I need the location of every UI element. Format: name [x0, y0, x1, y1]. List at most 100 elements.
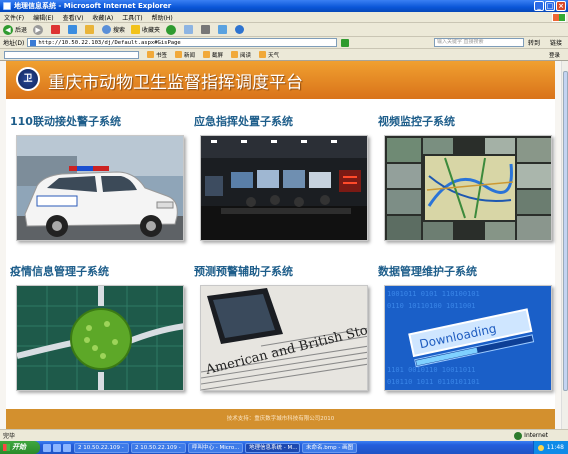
tile-title[interactable]: 预测预警辅助子系统: [194, 263, 370, 279]
maximize-button[interactable]: □: [545, 1, 555, 11]
link-weather[interactable]: 天气: [259, 51, 279, 59]
back-button[interactable]: ◀ 后退: [3, 24, 27, 35]
link-label: 书签: [156, 52, 168, 59]
forward-arrow-icon: ▶: [33, 24, 44, 35]
status-text: 完毕: [3, 433, 16, 440]
vertical-scrollbar[interactable]: [561, 61, 568, 429]
menu-file[interactable]: 文件(F): [4, 13, 24, 22]
history-button[interactable]: [166, 24, 178, 35]
go-arrow-icon: [341, 38, 350, 47]
sun-icon: [259, 51, 267, 58]
status-bar: 完毕 Internet: [0, 429, 568, 441]
menu-help[interactable]: 帮助(H): [152, 13, 173, 22]
edit-button[interactable]: [218, 25, 229, 34]
refresh-icon: [68, 25, 78, 34]
go-label[interactable]: 转到: [528, 38, 540, 47]
login-link[interactable]: 登录: [549, 51, 560, 59]
quick-launch: [43, 443, 71, 452]
home-button[interactable]: [85, 25, 96, 34]
favorites-label: 收藏夹: [142, 27, 161, 34]
tile-emergency-command[interactable]: 应急指挥处置子系统: [194, 113, 370, 241]
tile-title[interactable]: 应急指挥处置子系统: [194, 113, 370, 129]
command-center-image[interactable]: [200, 135, 368, 241]
link-label: 截屏: [212, 52, 224, 59]
favorites-button[interactable]: 收藏夹: [131, 25, 160, 34]
media-quicklaunch-icon[interactable]: [63, 443, 71, 452]
address-input[interactable]: http://10.50.22.103/dj/Default.aspx#GisP…: [27, 38, 338, 47]
standard-toolbar: ◀ 后退 ▶ 搜索 收藏夹: [0, 23, 568, 37]
home-icon: [85, 25, 95, 34]
newspaper-stocks-image[interactable]: American and British Stocks: [200, 285, 368, 391]
window-titlebar[interactable]: 地理信息系统 - Microsoft Internet Explorer _ □…: [0, 0, 568, 12]
window-title: 地理信息系统 - Microsoft Internet Explorer: [14, 2, 172, 10]
taskbar-item-active[interactable]: 地理信息系统 - M...: [245, 442, 300, 453]
address-search-input[interactable]: 输入关键字 直接搜索: [433, 38, 524, 47]
window-controls: _ □ ×: [534, 1, 566, 11]
tile-video-monitoring[interactable]: 视频监控子系统: [378, 113, 554, 241]
tile-epidemic-info[interactable]: 疫情信息管理子系统: [10, 263, 186, 391]
svg-text:010110 1011 0110101101: 010110 1011 0110101101: [387, 378, 480, 386]
news-icon: [175, 51, 183, 58]
search-label: 搜索: [113, 27, 126, 34]
svg-text:0110 10110100 1011001: 0110 10110100 1011001: [387, 302, 476, 310]
go-button[interactable]: [341, 38, 351, 47]
tile-title[interactable]: 110联动接处警子系统: [10, 113, 186, 129]
video-wall-image[interactable]: [384, 135, 552, 241]
menu-bar: 文件(F) 编辑(E) 查看(V) 收藏(A) 工具(T) 帮助(H): [0, 12, 568, 23]
minimize-button[interactable]: _: [534, 1, 544, 11]
ie-quicklaunch-icon[interactable]: [43, 443, 51, 452]
link-screenshot[interactable]: 截屏: [203, 51, 223, 59]
taskbar-item[interactable]: 呼叫中心 - Micro...: [188, 442, 243, 453]
menu-favorites[interactable]: 收藏(A): [92, 13, 113, 22]
start-button[interactable]: 开始: [0, 441, 40, 454]
link-label: 天气: [268, 52, 280, 59]
print-icon: [201, 25, 211, 34]
tile-title[interactable]: 疫情信息管理子系统: [10, 263, 186, 279]
taskbar-item[interactable]: 2 10.50.22.109 -: [74, 442, 129, 453]
close-button[interactable]: ×: [556, 1, 566, 11]
downloading-image[interactable]: 1001011 0101 110100101 0110 10110100 101…: [384, 285, 552, 391]
link-news[interactable]: 新闻: [175, 51, 195, 59]
links-search-input[interactable]: [4, 50, 139, 59]
back-arrow-icon: ◀: [3, 24, 13, 35]
link-reader[interactable]: 阅读: [231, 51, 251, 59]
link-label: 阅读: [240, 52, 252, 59]
tile-title[interactable]: 数据管理维护子系统: [378, 263, 554, 279]
stop-button[interactable]: [51, 25, 62, 34]
zone-label: Internet: [524, 432, 548, 439]
menu-view[interactable]: 查看(V): [63, 13, 84, 22]
forward-button[interactable]: ▶: [33, 24, 45, 35]
tile-title[interactable]: 视频监控子系统: [378, 113, 554, 129]
page-icon: [30, 39, 37, 46]
mail-button[interactable]: [184, 25, 195, 34]
print-button[interactable]: [201, 25, 212, 34]
search-button[interactable]: 搜索: [102, 25, 125, 34]
tile-forecast-warning[interactable]: 预测预警辅助子系统 American and British Stocks: [194, 263, 370, 391]
taskbar-item[interactable]: 未命名.bmp - 画图: [302, 442, 357, 453]
reader-icon: [231, 51, 239, 58]
page-footer: 技术支持：重庆数字城市科技有限公司2010: [6, 409, 555, 429]
star-icon: [131, 25, 141, 34]
address-label: 地址(D): [3, 40, 25, 47]
link-bookmarks[interactable]: 书签: [147, 51, 167, 59]
tile-110-dispatch[interactable]: 110联动接处警子系统: [10, 113, 186, 241]
address-url: http://10.50.22.103/dj/Default.aspx#GisP…: [38, 39, 181, 46]
refresh-button[interactable]: [68, 25, 79, 34]
mail-icon: [184, 25, 194, 34]
tray-icon[interactable]: [537, 444, 544, 451]
taskbar-item[interactable]: 2 10.50.22.109 -: [131, 442, 186, 453]
police-car-image[interactable]: [16, 135, 184, 241]
desktop-quicklaunch-icon[interactable]: [53, 443, 61, 452]
tile-data-maintenance[interactable]: 数据管理维护子系统 1001011 0101 110100101 0110 10…: [378, 263, 554, 391]
menu-edit[interactable]: 编辑(E): [33, 13, 53, 22]
site-logo: 卫: [16, 67, 40, 91]
security-zone: Internet: [514, 431, 548, 440]
browser-viewport: 卫 重庆市动物卫生监督指挥调度平台 110联动接处警子系统 应急指挥处置子系统 …: [0, 61, 568, 429]
links-label[interactable]: 链接: [550, 38, 562, 47]
scrollbar-thumb[interactable]: [563, 71, 568, 391]
network-globe-image[interactable]: [16, 285, 184, 391]
ie-link-button[interactable]: [235, 25, 246, 34]
link-label: 新闻: [184, 52, 196, 59]
menu-tools[interactable]: 工具(T): [122, 13, 142, 22]
svg-text:1101 0010110 10011011: 1101 0010110 10011011: [387, 366, 476, 374]
